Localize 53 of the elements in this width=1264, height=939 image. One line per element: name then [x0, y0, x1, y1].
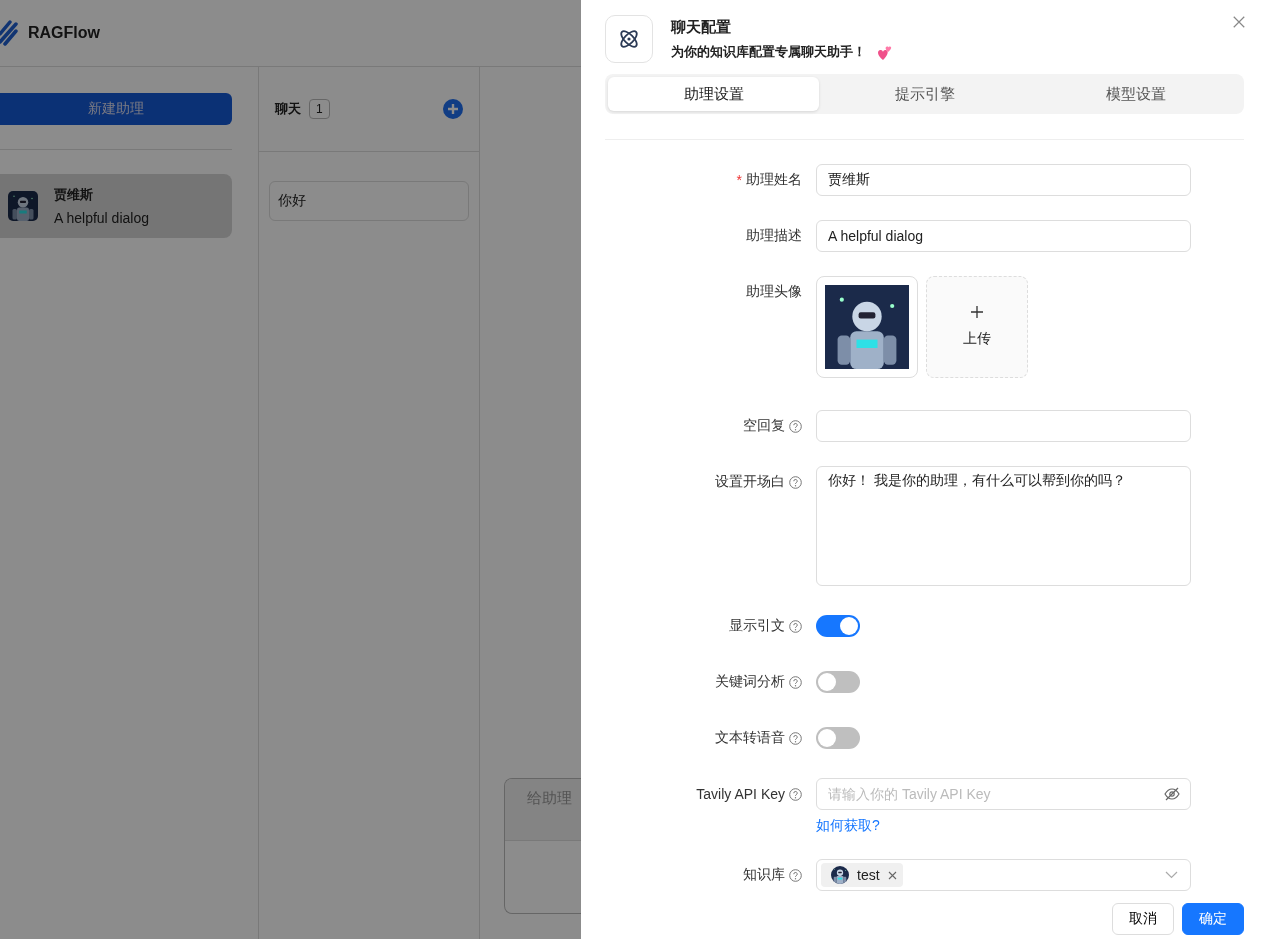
help-icon[interactable]	[789, 419, 802, 433]
assistant-description: A helpful dialog	[54, 210, 149, 226]
field-label: Tavily API Key	[696, 786, 785, 802]
tab[interactable]: 助理设置	[608, 77, 819, 111]
field-label: 空回复	[743, 417, 785, 435]
field-label: 助理描述	[746, 227, 802, 245]
tab[interactable]: 模型设置	[1030, 77, 1241, 111]
logo-icon	[0, 20, 18, 46]
text-area[interactable]: 你好！ 我是你的助理，有什么可以帮到你的吗？	[816, 466, 1191, 586]
field-label: 助理姓名	[746, 171, 802, 189]
drawer-subtitle: 为你的知识库配置专属聊天助手！	[671, 42, 866, 61]
confirm-button[interactable]: 确定	[1182, 903, 1244, 935]
field-label: 助理头像	[746, 283, 802, 301]
add-icon[interactable]	[443, 99, 463, 119]
assistant-card[interactable]: 贾维斯 A helpful dialog	[0, 174, 232, 238]
upload-button[interactable]: 上传	[926, 276, 1028, 378]
chat-title: 聊天	[275, 100, 301, 118]
remove-icon[interactable]	[887, 870, 897, 880]
help-icon[interactable]	[789, 787, 802, 801]
close-icon[interactable]	[1232, 15, 1246, 29]
tag-label: test	[857, 867, 880, 883]
chevron-down-icon[interactable]	[1165, 871, 1178, 879]
help-icon[interactable]	[789, 675, 802, 689]
field-label: 显示引文	[729, 617, 785, 635]
select-field[interactable]: test	[816, 859, 1191, 891]
help-icon[interactable]	[789, 731, 802, 745]
text-field[interactable]: 贾维斯	[816, 164, 1191, 196]
field-label: 文本转语音	[715, 729, 785, 747]
assistant-name: 贾维斯	[54, 186, 94, 204]
brand-name: RAGFlow	[28, 24, 100, 42]
text-field[interactable]: A helpful dialog	[816, 220, 1191, 252]
toggle-switch[interactable]	[816, 671, 860, 693]
conversation-item[interactable]: 你好	[269, 181, 469, 221]
atom-icon	[617, 27, 641, 51]
count-badge: 1	[309, 99, 330, 119]
drawer-title: 聊天配置	[671, 17, 732, 37]
upload-label: 上传	[963, 330, 991, 348]
text-field[interactable]	[816, 410, 1191, 442]
help-icon[interactable]	[789, 475, 802, 489]
help-icon[interactable]	[789, 868, 802, 882]
tab[interactable]: 提示引擎	[819, 77, 1030, 111]
field-label: 知识库	[743, 866, 785, 884]
field-label: 设置开场白	[715, 473, 785, 491]
eye-off-icon[interactable]	[1164, 786, 1180, 802]
cancel-button[interactable]: 取消	[1112, 903, 1174, 935]
help-link[interactable]: 如何获取?	[816, 817, 880, 835]
toggle-switch[interactable]	[816, 615, 860, 637]
toggle-switch[interactable]	[816, 727, 860, 749]
required-mark: *	[736, 172, 742, 188]
field-label: 关键词分析	[715, 673, 785, 691]
plus-icon	[971, 306, 983, 318]
help-icon[interactable]	[789, 619, 802, 633]
password-field[interactable]: 请输入你的 Tavily API Key	[816, 778, 1191, 810]
